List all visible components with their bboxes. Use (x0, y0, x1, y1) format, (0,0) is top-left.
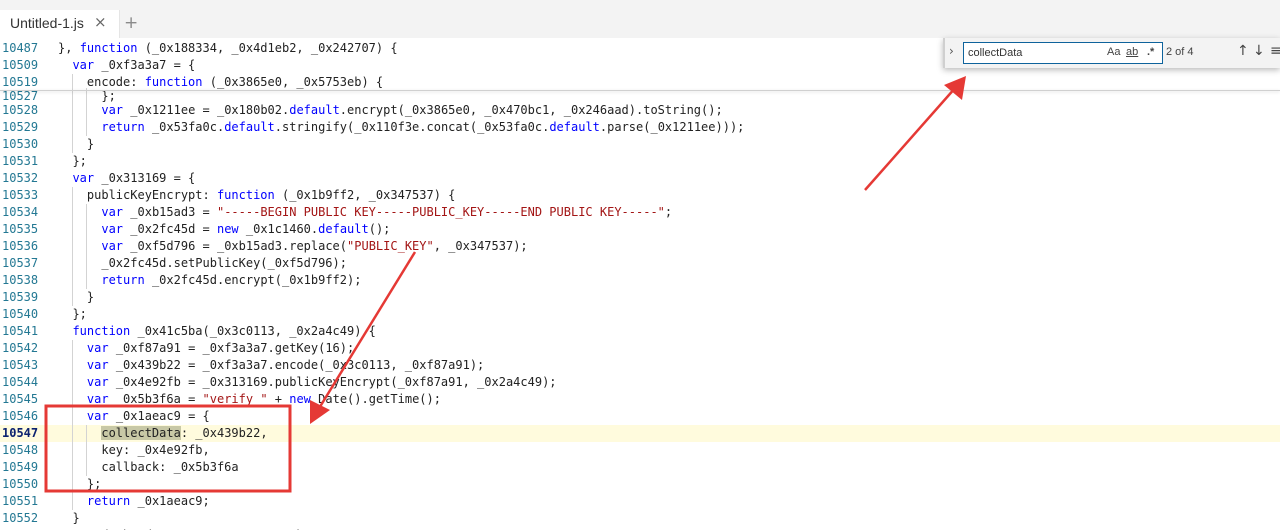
arrow-to-code-head (310, 400, 330, 424)
arrow-to-code-line (316, 251, 417, 411)
annotation-overlay (44, 76, 966, 493)
highlight-box (44, 404, 292, 493)
arrow-to-search-line (864, 86, 957, 191)
